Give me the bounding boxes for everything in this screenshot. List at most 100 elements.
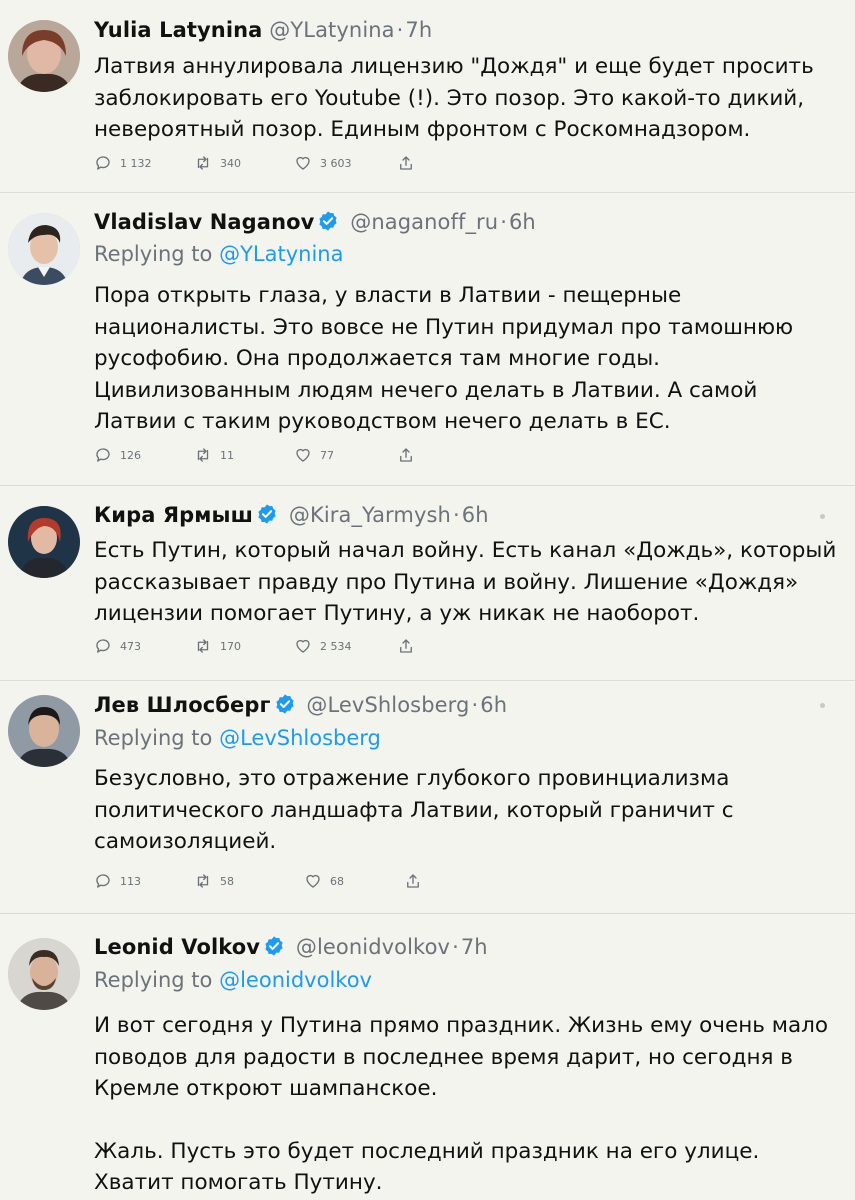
like-count: 77: [320, 448, 334, 462]
verified-badge-icon: [275, 694, 294, 714]
reply-count: 473: [120, 639, 141, 653]
retweet-count: 170: [220, 639, 241, 653]
reply-count: 1 132: [120, 156, 152, 170]
tweet-leonid-volkov[interactable]: Leonid Volkov @leonidvolkov·7h Replying …: [0, 914, 855, 1200]
author-name[interactable]: Yulia Latynina: [94, 18, 262, 42]
mention-link[interactable]: @YLatynina: [219, 242, 343, 266]
retweet-icon: [197, 156, 209, 170]
retweet-button[interactable]: 340: [194, 152, 241, 174]
share-button[interactable]: [397, 635, 423, 657]
tweet-paragraph: Пора открыть глаза, у власти в Латвии - …: [94, 283, 794, 434]
verified-badge-icon: [265, 936, 283, 956]
tweet-time[interactable]: 7h: [405, 18, 432, 42]
tweet-lev-shlosberg[interactable]: Лев Шлосберг @LevShlosberg·6h Replying t…: [0, 681, 855, 913]
reply-button[interactable]: 473: [94, 635, 141, 657]
tweet-header: Yulia Latynina @YLatynina·7h: [94, 18, 432, 42]
separator-dot: ·: [452, 935, 459, 959]
author-handle[interactable]: @YLatynina: [269, 18, 394, 42]
replying-to-label: Replying to: [94, 726, 213, 750]
author-handle[interactable]: @LevShlosberg: [306, 693, 469, 717]
more-options-icon[interactable]: [820, 514, 825, 519]
tweet-kira-yarmysh[interactable]: Кира Ярмыш @Kira_Yarmysh·6h Есть Путин, …: [0, 486, 855, 680]
retweet-button[interactable]: 170: [194, 635, 241, 657]
author-name[interactable]: Vladislav Naganov: [94, 210, 314, 234]
tweet-actions: 126 11 77: [94, 444, 454, 466]
tweet-header: Leonid Volkov @leonidvolkov·7h: [94, 935, 488, 959]
tweet-vladislav-naganov[interactable]: Vladislav Naganov @naganoff_ru·6h Replyi…: [0, 193, 855, 485]
avatar-vladislav-naganov[interactable]: [8, 213, 80, 285]
tweet-time[interactable]: 6h: [462, 503, 489, 527]
reply-button[interactable]: 113: [94, 870, 141, 892]
share-button[interactable]: [404, 870, 430, 892]
author-name[interactable]: Leonid Volkov: [94, 935, 260, 959]
like-count: 3 603: [320, 156, 352, 170]
tweet-time[interactable]: 7h: [461, 935, 488, 959]
replying-to: Replying to @leonidvolkov: [94, 968, 372, 992]
tweet-time[interactable]: 6h: [509, 210, 536, 234]
author-name[interactable]: Лев Шлосберг: [94, 693, 271, 717]
retweet-button[interactable]: 11: [194, 444, 234, 466]
like-button[interactable]: 3 603: [294, 152, 352, 174]
avatar-kira-yarmysh[interactable]: [8, 506, 80, 578]
heart-icon: [306, 874, 320, 888]
tweet-text: Латвия аннулировала лицензию "Дождя" и е…: [94, 51, 839, 146]
tweet-actions: 1 132 340 3 603: [94, 152, 454, 174]
tweet-text: Безусловно, это отражение глубокого пров…: [94, 763, 839, 858]
tweet-text: Есть Путин, который начал войну. Есть ка…: [94, 535, 839, 630]
tweet-actions: 113 58 68: [94, 870, 454, 892]
reply-button[interactable]: 1 132: [94, 152, 152, 174]
speech-bubble-icon: [96, 156, 110, 170]
like-button[interactable]: 2 534: [294, 635, 352, 657]
tweet-text: Пора открыть глаза, у власти в Латвии - …: [94, 280, 839, 438]
replying-to: Replying to @LevShlosberg: [94, 726, 381, 750]
heart-icon: [296, 448, 310, 462]
author-handle[interactable]: @Kira_Yarmysh: [289, 503, 451, 527]
tweet-paragraph: И вот сегодня у Путина прямо праздник. Ж…: [94, 1013, 829, 1101]
tweet-paragraph: Есть Путин, который начал войну. Есть ка…: [94, 538, 837, 626]
speech-bubble-icon: [96, 448, 110, 462]
retweet-count: 11: [220, 448, 234, 462]
tweet-paragraph: Жаль. Пусть это будет последний праздник…: [94, 1138, 760, 1196]
tweet-paragraph: Безусловно, это отражение глубокого пров…: [94, 766, 734, 854]
tweet-text: И вот сегодня у Путина прямо праздник. Ж…: [94, 1010, 839, 1199]
avatar-leonid-volkov[interactable]: [8, 938, 80, 1010]
reply-count: 113: [120, 874, 141, 888]
share-icon: [407, 874, 419, 888]
tweet-header: Кира Ярмыш @Kira_Yarmysh·6h: [94, 503, 489, 527]
separator-dot: ·: [500, 210, 507, 234]
separator-dot: ·: [471, 693, 479, 717]
tweet-header: Лев Шлосберг @LevShlosberg·6h: [94, 693, 507, 717]
retweet-icon: [197, 874, 209, 888]
share-button[interactable]: [397, 152, 423, 174]
mention-link[interactable]: @LevShlosberg: [219, 726, 381, 750]
separator-dot: ·: [396, 18, 404, 42]
like-button[interactable]: 68: [304, 870, 344, 892]
tweet-actions: 473 170 2 534: [94, 635, 454, 657]
like-button[interactable]: 77: [294, 444, 334, 466]
like-count: 2 534: [320, 639, 352, 653]
more-options-icon[interactable]: [820, 703, 825, 708]
avatar-lev-shlosberg[interactable]: [8, 695, 80, 767]
author-handle[interactable]: @leonidvolkov: [296, 935, 450, 959]
tweet-yulia-latynina[interactable]: Yulia Latynina @YLatynina·7h Латвия анну…: [0, 0, 855, 192]
share-button[interactable]: [397, 444, 423, 466]
retweet-icon: [197, 639, 209, 653]
reply-button[interactable]: 126: [94, 444, 141, 466]
mention-link[interactable]: @leonidvolkov: [219, 968, 372, 992]
author-handle[interactable]: @naganoff_ru: [350, 210, 498, 234]
reply-count: 126: [120, 448, 141, 462]
heart-icon: [296, 639, 310, 653]
author-name[interactable]: Кира Ярмыш: [94, 503, 253, 527]
avatar-yulia-latynina[interactable]: [8, 20, 80, 92]
like-count: 68: [330, 874, 344, 888]
share-icon: [400, 448, 412, 462]
tweet-header: Vladislav Naganov @naganoff_ru·6h: [94, 210, 536, 234]
retweet-count: 58: [220, 874, 234, 888]
verified-badge-icon: [258, 504, 276, 524]
share-icon: [400, 639, 412, 653]
retweet-count: 340: [220, 156, 241, 170]
retweet-button[interactable]: 58: [194, 870, 234, 892]
replying-to-label: Replying to: [94, 968, 213, 992]
tweet-time[interactable]: 6h: [480, 693, 507, 717]
speech-bubble-icon: [96, 639, 110, 653]
